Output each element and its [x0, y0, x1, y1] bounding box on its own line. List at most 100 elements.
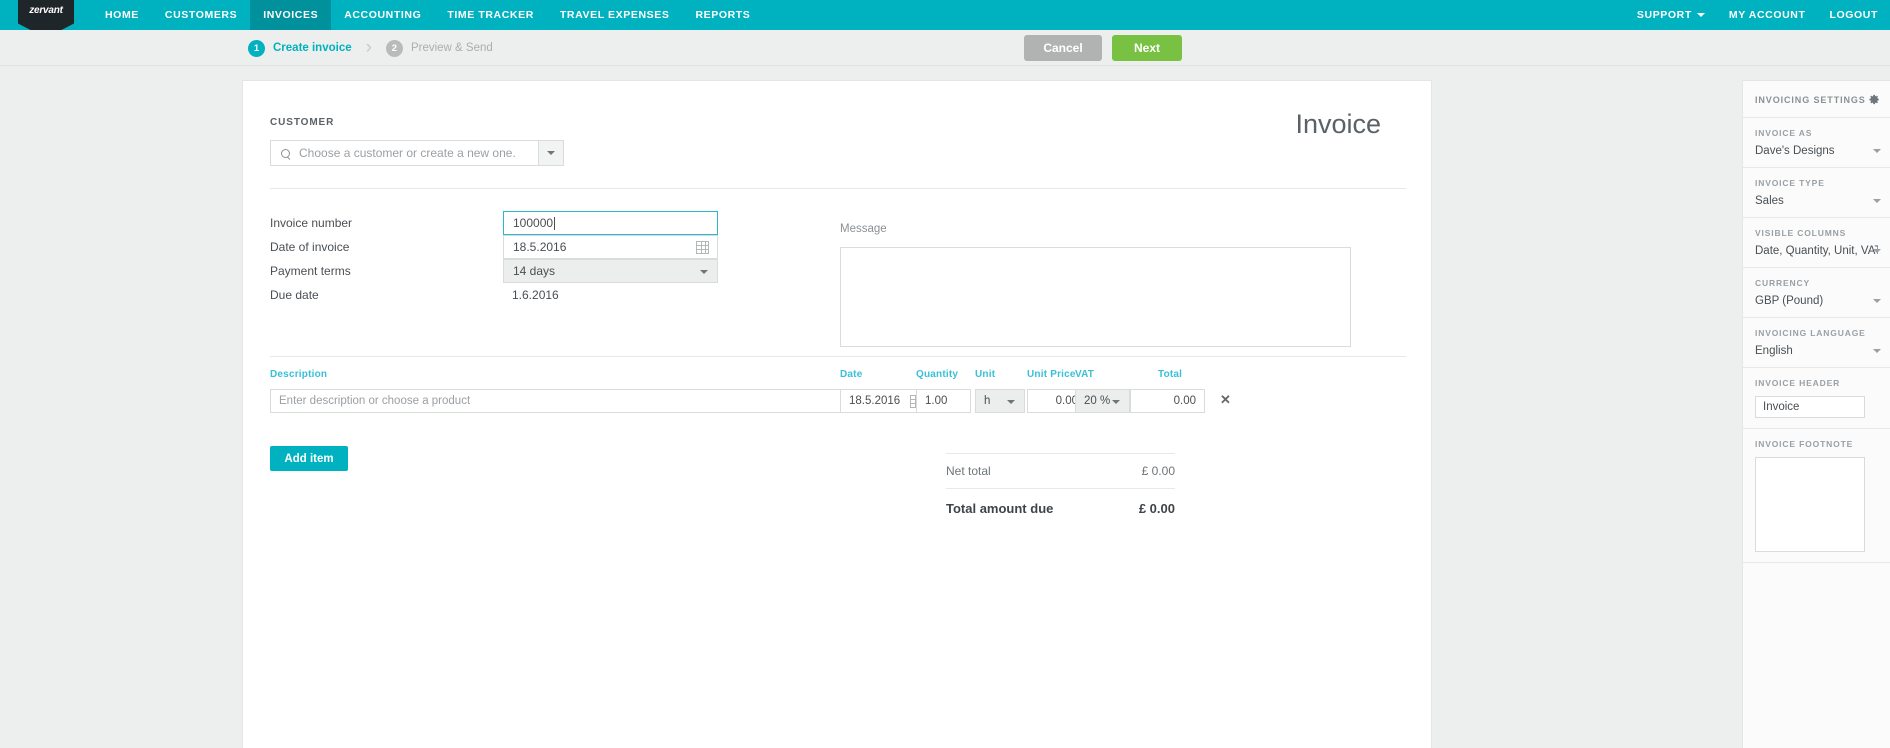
column-header-quantity: Quantity: [916, 369, 959, 380]
step-create-invoice[interactable]: 1 Create invoice: [248, 39, 352, 57]
sidebar-section-invoice-header: INVOICE HEADER Invoice: [1743, 368, 1890, 429]
field-value: 18.5.2016: [513, 240, 567, 254]
column-header-vat: VAT: [1075, 369, 1095, 380]
line-item-unit-select-text: h: [984, 395, 991, 407]
chevron-down-icon: [700, 270, 708, 274]
sidebar-textarea-invoice-footnote[interactable]: [1755, 457, 1865, 552]
total-amount-due-value: £ 0.00: [1138, 500, 1175, 516]
chevron-down-icon: [1873, 149, 1881, 153]
wizard-steps: 1 Create invoice › 2 Preview & Send: [248, 30, 493, 66]
sidebar-section-currency: CURRENCY GBP (Pound): [1743, 268, 1890, 318]
field-input-invoice-number[interactable]: 100000: [503, 211, 718, 235]
calendar-icon[interactable]: [696, 241, 709, 254]
sidebar-section-invoicing-language: INVOICING LANGUAGE English: [1743, 318, 1890, 368]
nav-item-travel-expenses[interactable]: TRAVEL EXPENSES: [547, 0, 683, 30]
chevron-down-icon: [1873, 199, 1881, 203]
field-row-due-date: Due date 1.6.2016: [270, 283, 718, 307]
nav-item-reports[interactable]: REPORTS: [682, 0, 763, 30]
column-header-unit: Unit: [975, 369, 996, 380]
nav-item-customers[interactable]: CUSTOMERS: [152, 0, 250, 30]
line-item-quantity-input[interactable]: 1.00: [916, 389, 971, 413]
sidebar-section-visible-columns: VISIBLE COLUMNS Date, Quantity, Unit, VAT…: [1743, 218, 1890, 268]
remove-line-item-icon[interactable]: ✕: [1220, 392, 1231, 408]
field-row-date-of-invoice: Date of invoice 18.5.2016: [270, 235, 718, 259]
nav-item-accounting[interactable]: ACCOUNTING: [331, 0, 434, 30]
customer-block: CUSTOMER Choose a customer or create a n…: [270, 117, 564, 166]
customer-select[interactable]: Choose a customer or create a new one.: [270, 140, 564, 166]
chevron-down-icon: [1873, 349, 1881, 353]
page-title: Invoice: [1295, 109, 1381, 139]
field-row-invoice-number: Invoice number 100000: [270, 211, 718, 235]
search-icon: [281, 148, 290, 158]
chevron-down-icon: [1007, 400, 1015, 404]
sidebar-label-visible-columns: VISIBLE COLUMNS: [1755, 228, 1847, 238]
field-value: 14 days: [513, 264, 556, 278]
line-item-total-value-text: 0.00: [1173, 395, 1196, 407]
invoice-detail-fields: Invoice number 100000 Date of invoice 18.5.…: [270, 211, 718, 307]
sidebar-select-currency[interactable]: GBP (Pound): [1755, 295, 1878, 307]
field-value-readonly: 1.6.2016: [512, 288, 559, 302]
cancel-button[interactable]: Cancel: [1024, 35, 1102, 61]
step-2-number: 2: [385, 39, 403, 57]
nav-item-support[interactable]: SUPPORT: [1625, 0, 1717, 30]
section-divider-top: [270, 188, 1406, 189]
column-header-date: Date: [840, 369, 863, 380]
field-label: Invoice number: [270, 216, 353, 230]
wizard-actions: Cancel Next: [1024, 35, 1182, 61]
totals-block: Net total £ 0.00 Total amount due £ 0.00: [946, 453, 1175, 527]
step-separator-icon: ›: [365, 37, 372, 58]
wizard-step-bar: 1 Create invoice › 2 Preview & Send Canc…: [0, 30, 1890, 66]
zervant-logo[interactable]: zervant: [18, 0, 74, 38]
line-item-description-input[interactable]: Enter description or choose a product: [270, 389, 937, 413]
gear-icon[interactable]: [1867, 93, 1880, 106]
sidebar-label-currency: CURRENCY: [1755, 278, 1810, 288]
sidebar-select-invoice-as[interactable]: Dave's Designs: [1755, 145, 1878, 157]
text-cursor: [554, 216, 556, 230]
step-1-number: 1: [248, 39, 265, 57]
column-header-unit-price: Unit Price: [1027, 369, 1076, 380]
line-item-vat-select-text: 20 %: [1084, 395, 1111, 407]
line-item-unit-select[interactable]: h: [975, 389, 1025, 413]
invoice-editor-card: Invoice CUSTOMER Choose a customer or cr…: [242, 80, 1432, 748]
nav-item-home[interactable]: HOME: [92, 0, 152, 30]
next-button[interactable]: Next: [1112, 35, 1182, 61]
nav-item-logout[interactable]: LOGOUT: [1817, 0, 1890, 30]
section-divider-items: [270, 356, 1406, 357]
step-preview-and-send[interactable]: 2 Preview & Send: [385, 39, 493, 57]
sidebar-label-invoice-header: INVOICE HEADER: [1755, 378, 1841, 388]
message-textarea[interactable]: [840, 247, 1351, 347]
line-item-vat-select[interactable]: 20 %: [1075, 389, 1130, 413]
chevron-down-icon: [1873, 249, 1881, 253]
nav-item-my-account[interactable]: MY ACCOUNT: [1717, 0, 1818, 30]
line-item-total-value[interactable]: 0.00: [1130, 389, 1205, 413]
field-input-date-of-invoice[interactable]: 18.5.2016: [503, 235, 718, 259]
sidebar-title: INVOICING SETTINGS: [1755, 94, 1866, 105]
sidebar-label-invoice-footnote: INVOICE FOOTNOTE: [1755, 439, 1854, 449]
field-input-payment-terms[interactable]: 14 days: [503, 259, 718, 283]
add-item-button[interactable]: Add item: [270, 446, 348, 471]
nav-item-label: SUPPORT: [1636, 9, 1692, 21]
customer-placeholder: Choose a customer or create a new one.: [299, 146, 516, 160]
net-total-value: £ 0.00: [1141, 464, 1175, 478]
sidebar-select-invoicing-language[interactable]: English: [1755, 345, 1878, 357]
total-amount-due-label: Total amount due: [946, 500, 1054, 516]
gear-icon-svg: [1869, 94, 1879, 105]
nav-item-time-tracker[interactable]: TIME TRACKER: [434, 0, 547, 30]
sidebar-select-visible-columns[interactable]: Date, Quantity, Unit, VAT, U…: [1755, 245, 1878, 257]
chevron-down-icon: [547, 151, 555, 155]
customer-section-label: CUSTOMER: [270, 117, 335, 128]
sidebar-select-invoice-type[interactable]: Sales: [1755, 195, 1878, 207]
nav-item-invoices[interactable]: INVOICES: [250, 0, 332, 30]
nav-item-label: LOGOUT: [1829, 9, 1878, 21]
line-item-date-input-text: 18.5.2016: [849, 395, 901, 407]
table-row: Enter description or choose a product 18.…: [270, 389, 1420, 415]
field-value: 100000: [513, 216, 554, 230]
primary-nav-items: HOME CUSTOMERS INVOICES ACCOUNTING TIME TRAC…: [92, 0, 763, 30]
column-header-total: Total: [1158, 369, 1183, 380]
sidebar-input-invoice-header[interactable]: Invoice: [1755, 396, 1865, 418]
sidebar-section-invoice-footnote: INVOICE FOOTNOTE: [1743, 429, 1890, 563]
sidebar-section-invoice-as: INVOICE AS Dave's Designs: [1743, 118, 1890, 168]
customer-dropdown-button[interactable]: [538, 141, 563, 165]
sidebar-section-invoice-type: INVOICE TYPE Sales: [1743, 168, 1890, 218]
step-2-label: Preview & Send: [410, 42, 493, 54]
